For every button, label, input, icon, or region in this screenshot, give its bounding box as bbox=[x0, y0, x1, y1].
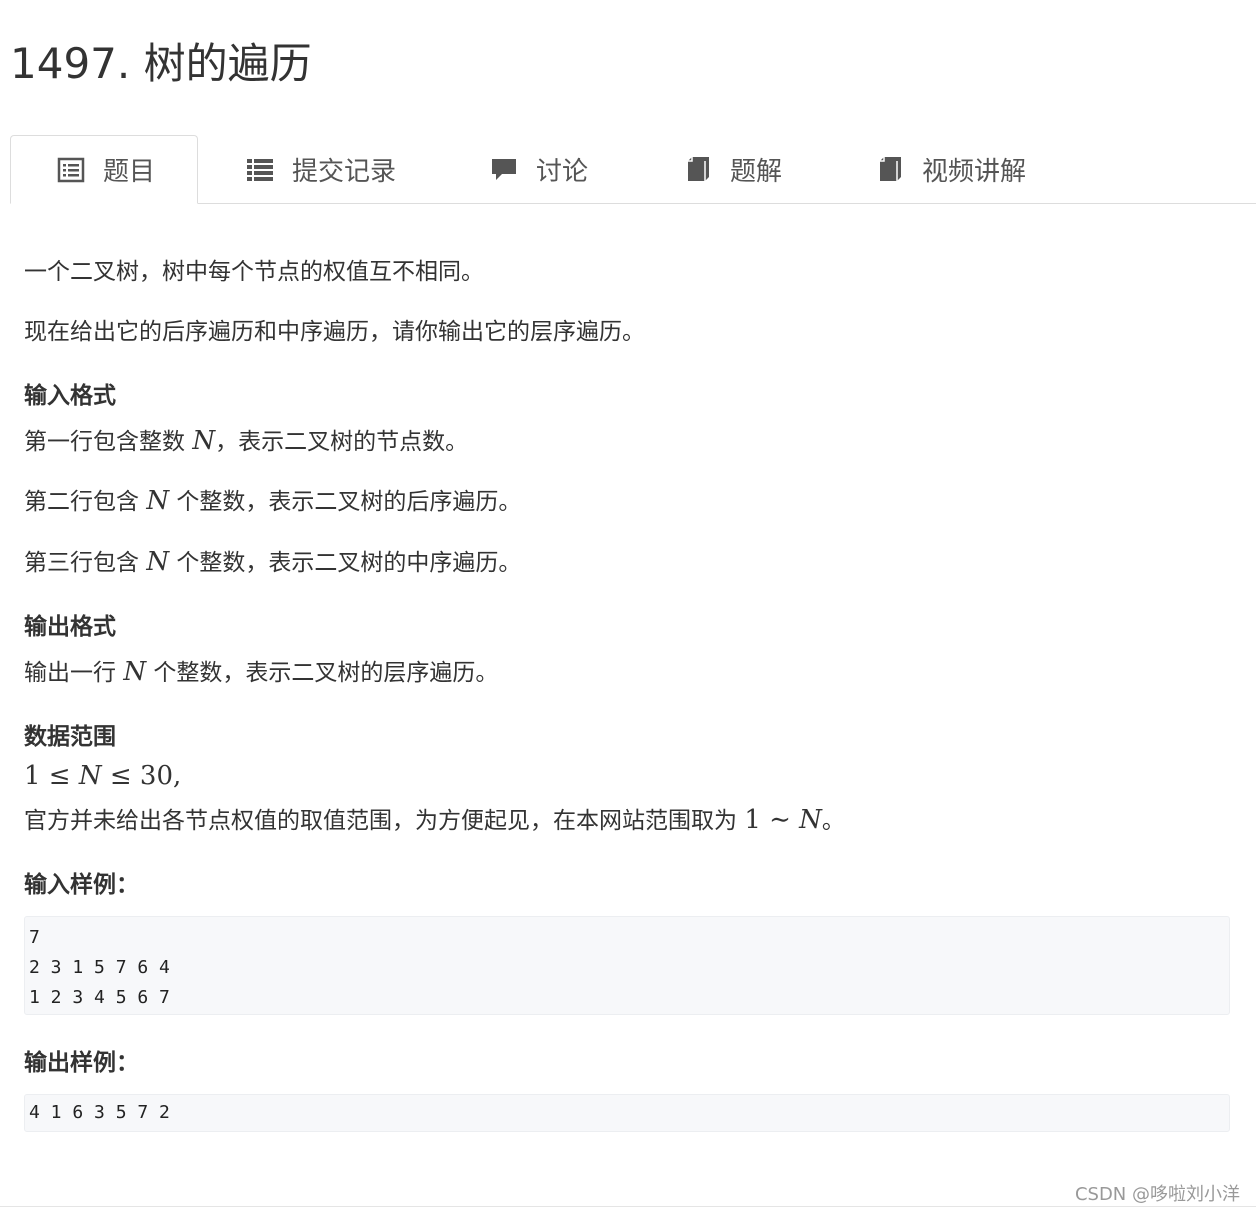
tab-label: 题目 bbox=[103, 157, 156, 187]
tab-label: 题解 bbox=[730, 156, 783, 187]
data-range-heading: 数据范围 bbox=[24, 724, 116, 750]
data-range-expression: 1 ≤ N ≤ 30, bbox=[24, 761, 182, 791]
input-format-heading: 输入格式 bbox=[24, 383, 116, 409]
watermark: CSDN @哆啦刘小洋 bbox=[1074, 1184, 1240, 1205]
sample-output-heading: 输出样例： bbox=[24, 1050, 139, 1076]
tab-discussion[interactable]: 讨论 bbox=[490, 135, 588, 203]
book-icon bbox=[880, 157, 901, 181]
page-title: 1497. 树的遍历 bbox=[10, 39, 312, 88]
output-format-line: 输出一行 N 个整数，表示二叉树的层序遍历。 bbox=[24, 657, 499, 687]
tab-label: 提交记录 bbox=[292, 156, 397, 187]
tab-label: 视频讲解 bbox=[922, 156, 1027, 187]
code-line: 4 1 6 3 5 7 2 bbox=[29, 1102, 170, 1123]
tab-bar: 题目 提交记录 讨论 题解 视频讲解 bbox=[10, 135, 1256, 204]
input-format-line: 第一行包含整数 N，表示二叉树的节点数。 bbox=[24, 426, 469, 456]
sample-output-code: 4 1 6 3 5 7 2 bbox=[24, 1094, 1230, 1132]
comment-icon bbox=[492, 159, 516, 180]
tab-video[interactable]: 视频讲解 bbox=[876, 135, 1026, 203]
code-line: 2 3 1 5 7 6 4 bbox=[29, 957, 170, 978]
data-range-note: 官方并未给出各节点权值的取值范围，为方便起见，在本网站范围取为 1 ∼ N。 bbox=[24, 805, 845, 835]
book-icon bbox=[688, 157, 709, 181]
description-line: 现在给出它的后序遍历和中序遍历，请你输出它的层序遍历。 bbox=[24, 319, 645, 345]
input-format-line: 第二行包含 N 个整数，表示二叉树的后序遍历。 bbox=[24, 486, 522, 516]
tab-problem[interactable]: 题目 bbox=[10, 135, 198, 204]
sample-input-code: 7 2 3 1 5 7 6 4 1 2 3 4 5 6 7 bbox=[24, 916, 1230, 1015]
input-format-line: 第三行包含 N 个整数，表示二叉树的中序遍历。 bbox=[24, 547, 522, 577]
tab-solutions[interactable]: 题解 bbox=[684, 135, 782, 203]
footer-divider bbox=[0, 1206, 1256, 1207]
list-alt-icon bbox=[57, 157, 85, 182]
code-line: 1 2 3 4 5 6 7 bbox=[29, 987, 170, 1008]
tab-submissions[interactable]: 提交记录 bbox=[246, 135, 396, 203]
description-line: 一个二叉树，树中每个节点的权值互不相同。 bbox=[24, 259, 484, 285]
list-icon bbox=[247, 159, 273, 181]
tab-label: 讨论 bbox=[536, 156, 589, 187]
sample-input-heading: 输入样例： bbox=[24, 872, 139, 898]
code-line: 7 bbox=[29, 927, 40, 948]
output-format-heading: 输出格式 bbox=[24, 614, 116, 640]
